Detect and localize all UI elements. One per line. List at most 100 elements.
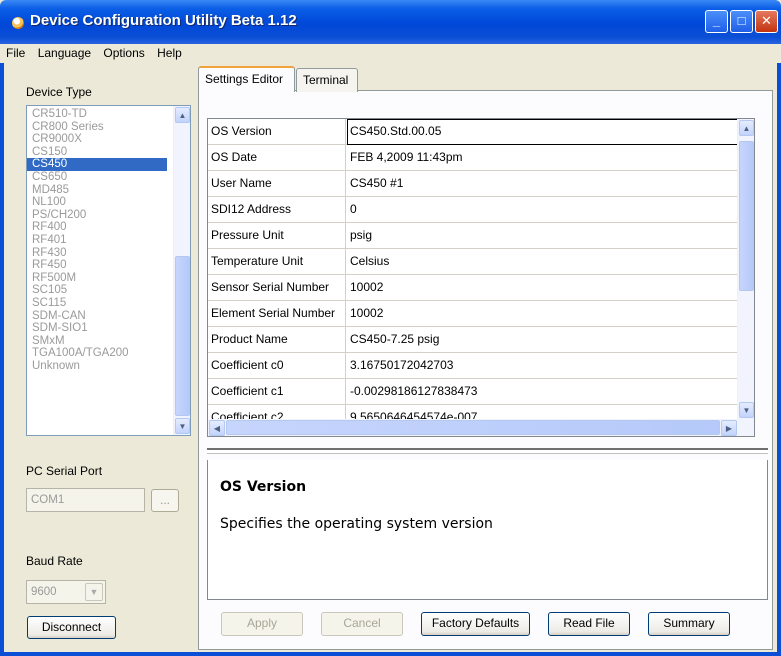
scroll-down-icon[interactable]: ▼ bbox=[739, 402, 754, 418]
setting-name: Product Name bbox=[208, 327, 346, 353]
table-row[interactable]: OS Version CS450.Std.00.05 bbox=[208, 119, 738, 145]
scroll-up-icon[interactable]: ▲ bbox=[739, 120, 754, 136]
scroll-up-icon[interactable]: ▲ bbox=[175, 107, 190, 123]
setting-name: Coefficient c1 bbox=[208, 379, 346, 405]
close-button[interactable]: ✕ bbox=[755, 10, 778, 33]
scroll-down-icon[interactable]: ▼ bbox=[175, 418, 190, 434]
list-item[interactable]: CR800 Series bbox=[27, 121, 167, 134]
list-item[interactable]: RF450 bbox=[27, 259, 167, 272]
title-bar[interactable]: Device Configuration Utility Beta 1.12 _… bbox=[0, 0, 781, 44]
table-row[interactable]: Coefficient c1 -0.00298186127838473 bbox=[208, 379, 738, 405]
setting-value[interactable]: 3.16750172042703 bbox=[347, 353, 738, 379]
baud-rate-label: Baud Rate bbox=[26, 554, 83, 568]
list-item[interactable]: RF500M bbox=[27, 272, 167, 285]
table-row[interactable]: Product Name CS450-7.25 psig bbox=[208, 327, 738, 353]
disconnect-button[interactable]: Disconnect bbox=[27, 616, 116, 639]
table-row[interactable]: Coefficient c0 3.16750172042703 bbox=[208, 353, 738, 379]
menu-options[interactable]: Options bbox=[103, 46, 144, 60]
table-row[interactable]: Pressure Unit psig bbox=[208, 223, 738, 249]
device-items: CR510-TD CR800 Series CR9000X CS150 CS450 CS6… bbox=[27, 106, 190, 372]
h-scroll-thumb[interactable] bbox=[226, 420, 720, 435]
list-item[interactable]: RF400 bbox=[27, 221, 167, 234]
list-item[interactable]: CS450 bbox=[27, 158, 167, 171]
setting-value[interactable]: 10002 bbox=[347, 301, 738, 327]
settings-grid[interactable]: OS Version CS450.Std.00.05 OS Date FEB 4,20… bbox=[207, 118, 755, 437]
list-item[interactable]: SMxM bbox=[27, 335, 167, 348]
setting-value[interactable]: 0 bbox=[347, 197, 738, 223]
grid-horizontal-scrollbar[interactable]: ◀ ▶ bbox=[208, 419, 738, 436]
table-row[interactable]: Temperature Unit Celsius bbox=[208, 249, 738, 275]
list-item[interactable]: CS150 bbox=[27, 146, 167, 159]
menu-help[interactable]: Help bbox=[157, 46, 182, 60]
cancel-button[interactable]: Cancel bbox=[321, 612, 403, 636]
setting-name: OS Date bbox=[208, 145, 346, 171]
setting-value[interactable]: psig bbox=[347, 223, 738, 249]
setting-name: Sensor Serial Number bbox=[208, 275, 346, 301]
tab-settings-editor[interactable]: Settings Editor bbox=[198, 66, 295, 92]
setting-name: Coefficient c0 bbox=[208, 353, 346, 379]
list-item[interactable]: CS650 bbox=[27, 171, 167, 184]
tab-terminal[interactable]: Terminal bbox=[296, 68, 358, 92]
list-item[interactable]: Unknown bbox=[27, 360, 167, 373]
list-item[interactable]: SC105 bbox=[27, 284, 167, 297]
menu-bar: File Language Options Help bbox=[0, 44, 781, 63]
summary-button[interactable]: Summary bbox=[648, 612, 730, 636]
description-panel: OS Version Specifies the operating syste… bbox=[207, 460, 768, 600]
list-item[interactable]: CR9000X bbox=[27, 133, 167, 146]
setting-name: Pressure Unit bbox=[208, 223, 346, 249]
setting-value[interactable]: 10002 bbox=[347, 275, 738, 301]
description-title: OS Version bbox=[220, 479, 307, 495]
device-list-scrollbar[interactable]: ▲ ▼ bbox=[173, 106, 190, 435]
window-title: Device Configuration Utility Beta 1.12 bbox=[30, 12, 297, 29]
factory-defaults-button[interactable]: Factory Defaults bbox=[421, 612, 530, 636]
setting-value[interactable]: FEB 4,2009 11:43pm bbox=[347, 145, 738, 171]
list-item[interactable]: CR510-TD bbox=[27, 108, 167, 121]
list-item[interactable]: SC115 bbox=[27, 297, 167, 310]
app-icon bbox=[12, 17, 24, 29]
setting-name: OS Version bbox=[208, 119, 346, 145]
setting-name: User Name bbox=[208, 171, 346, 197]
apply-button[interactable]: Apply bbox=[221, 612, 303, 636]
serial-port-label: PC Serial Port bbox=[26, 464, 103, 478]
chevron-down-icon[interactable]: ▼ bbox=[85, 583, 103, 601]
table-row[interactable]: SDI12 Address 0 bbox=[208, 197, 738, 223]
table-row[interactable]: OS Date FEB 4,2009 11:43pm bbox=[208, 145, 738, 171]
serial-port-field[interactable]: COM1 bbox=[26, 488, 145, 512]
list-item[interactable]: RF401 bbox=[27, 234, 167, 247]
device-type-label: Device Type bbox=[26, 85, 92, 99]
baud-rate-value: 9600 bbox=[31, 586, 57, 598]
maximize-button[interactable]: □ bbox=[730, 10, 753, 33]
setting-value[interactable]: CS450-7.25 psig bbox=[347, 327, 738, 353]
list-item[interactable]: PS/CH200 bbox=[27, 209, 167, 222]
list-item[interactable]: SDM-CAN bbox=[27, 310, 167, 323]
browse-port-button[interactable]: ... bbox=[151, 489, 179, 512]
list-item[interactable]: SDM-SIO1 bbox=[27, 322, 167, 335]
scroll-left-icon[interactable]: ◀ bbox=[209, 420, 225, 436]
menu-language[interactable]: Language bbox=[38, 46, 91, 60]
setting-value[interactable]: CS450 #1 bbox=[347, 171, 738, 197]
table-row[interactable]: Sensor Serial Number 10002 bbox=[208, 275, 738, 301]
baud-rate-select[interactable]: 9600 ▼ bbox=[26, 580, 106, 604]
table-row[interactable]: User Name CS450 #1 bbox=[208, 171, 738, 197]
menu-file[interactable]: File bbox=[6, 46, 25, 60]
list-item[interactable]: NL100 bbox=[27, 196, 167, 209]
description-text: Specifies the operating system version bbox=[220, 516, 493, 532]
table-row[interactable]: Element Serial Number 10002 bbox=[208, 301, 738, 327]
list-item[interactable]: TGA100A/TGA200 bbox=[27, 347, 167, 360]
minimize-button[interactable]: _ bbox=[705, 10, 728, 33]
grid-vertical-scrollbar[interactable]: ▲ ▼ bbox=[737, 119, 754, 436]
scroll-thumb[interactable] bbox=[739, 141, 754, 291]
setting-value[interactable]: CS450.Std.00.05 bbox=[347, 119, 738, 145]
setting-value[interactable]: -0.00298186127838473 bbox=[347, 379, 738, 405]
scroll-thumb[interactable] bbox=[175, 256, 190, 416]
list-item[interactable]: MD485 bbox=[27, 184, 167, 197]
device-type-list[interactable]: CR510-TD CR800 Series CR9000X CS150 CS450 CS6… bbox=[26, 105, 191, 436]
setting-name: Temperature Unit bbox=[208, 249, 346, 275]
setting-name: SDI12 Address bbox=[208, 197, 346, 223]
setting-value[interactable]: Celsius bbox=[347, 249, 738, 275]
splitter[interactable] bbox=[207, 448, 768, 454]
read-file-button[interactable]: Read File bbox=[548, 612, 630, 636]
scroll-right-icon[interactable]: ▶ bbox=[721, 420, 737, 436]
setting-name: Element Serial Number bbox=[208, 301, 346, 327]
list-item[interactable]: RF430 bbox=[27, 247, 167, 260]
